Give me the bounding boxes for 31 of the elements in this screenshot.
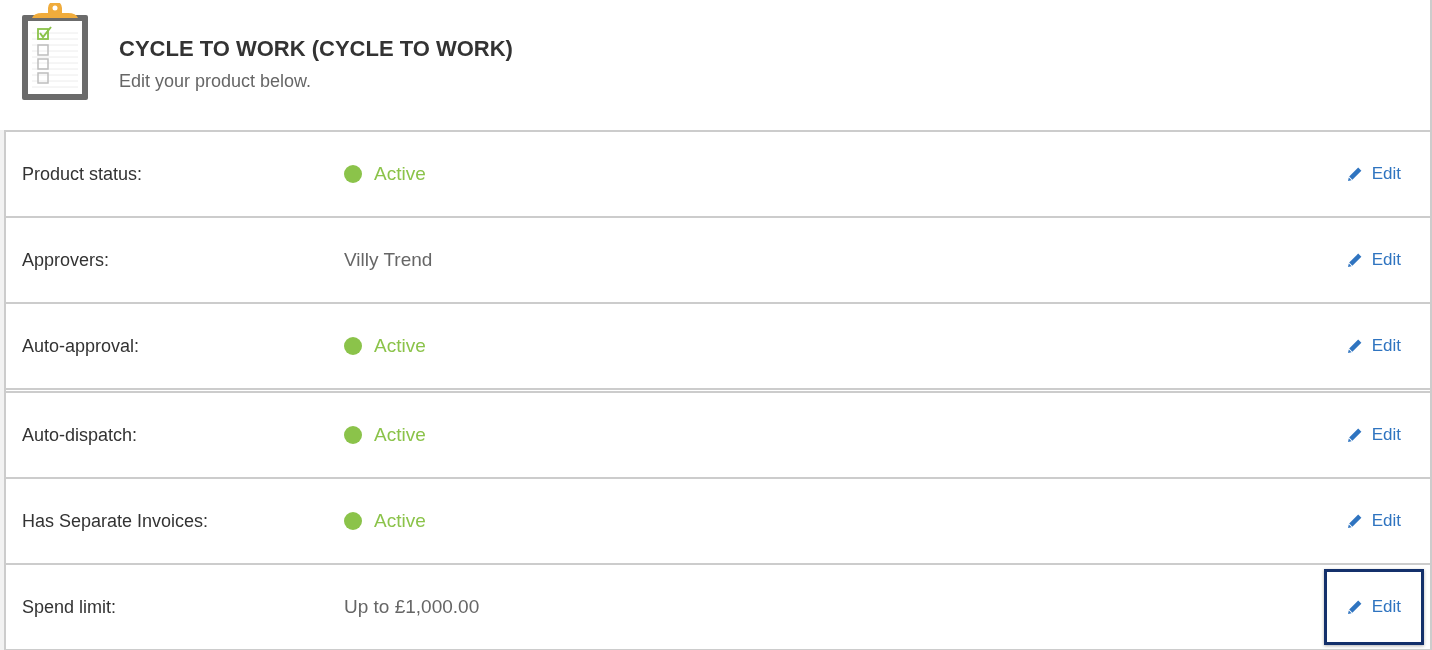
pencil-icon [1347,428,1362,442]
page-title: CYCLE TO WORK (CYCLE TO WORK) [119,35,513,63]
clipboard-checklist-icon [22,3,88,100]
pencil-icon [1347,600,1362,614]
status-text: Active [374,163,426,185]
field-label: Approvers: [22,249,111,271]
edit-link[interactable]: Edit [1347,511,1401,531]
edit-link[interactable]: Edit [1347,336,1401,356]
status-text: Active [374,510,426,532]
edit-link[interactable]: Edit [1347,425,1401,445]
status-dot-icon [344,426,362,444]
status-dot-icon [344,337,362,355]
page-subtitle: Edit your product below. [119,70,313,92]
pencil-icon [1347,339,1362,353]
field-label: Has Separate Invoices: [22,510,210,532]
status-text: Active [374,335,426,357]
status-dot-icon [344,512,362,530]
field-label: Auto-approval: [22,335,141,357]
field-label: Product status: [22,163,144,185]
field-value: Up to £1,000.00 [344,596,480,618]
field-label: Auto-dispatch: [22,424,139,446]
field-value: Villy Trend [344,249,433,271]
edit-link[interactable]: Edit [1323,569,1424,645]
pencil-icon [1347,253,1362,267]
field-label: Spend limit: [22,596,118,618]
pencil-icon [1347,167,1362,181]
pencil-icon [1347,514,1362,528]
status-text: Active [374,424,426,446]
edit-link[interactable]: Edit [1347,250,1401,270]
edit-link[interactable]: Edit [1347,164,1401,184]
status-dot-icon [344,165,362,183]
